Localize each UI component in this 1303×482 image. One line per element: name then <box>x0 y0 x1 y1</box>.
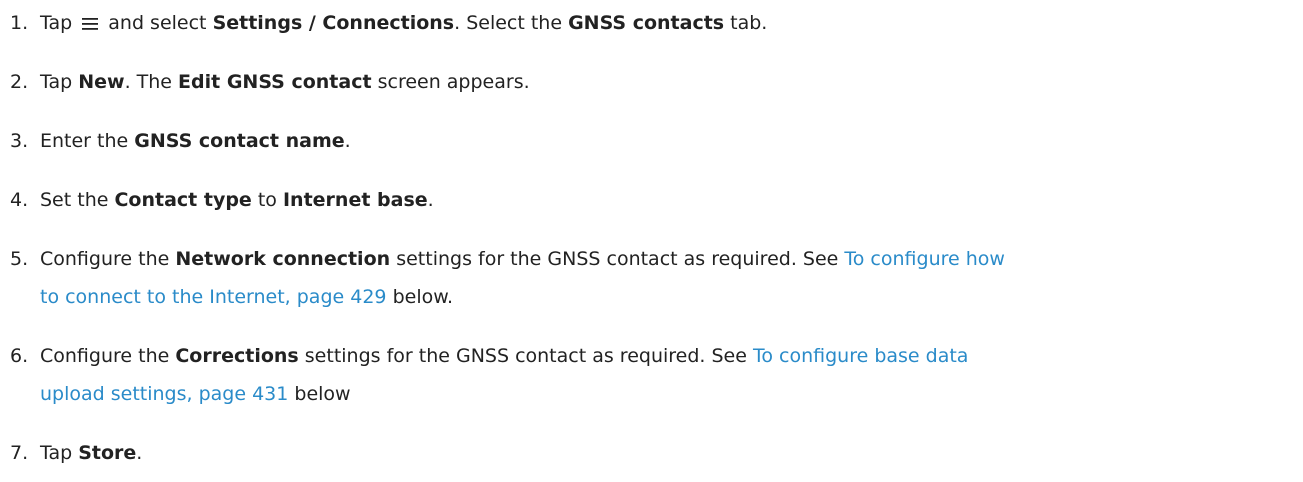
cross-reference-link[interactable]: to connect to the Internet, page 429 <box>40 286 387 308</box>
text-run: Configure the <box>40 248 170 270</box>
text-run: to <box>257 189 277 211</box>
step-text: Configure the Corrections settings for t… <box>40 337 968 375</box>
hamburger-menu-icon <box>82 18 99 30</box>
step-number: 2. <box>10 71 29 93</box>
bold-term: Network connection <box>175 248 391 270</box>
step-text: Tap and select Settings / Connections. S… <box>40 4 767 42</box>
text-run: Configure the <box>40 345 170 367</box>
step-number: 7. <box>10 442 29 464</box>
step-text: to connect to the Internet, page 429 bel… <box>40 278 453 316</box>
bold-term: Store <box>78 442 137 464</box>
bold-term: Internet base <box>282 189 428 211</box>
cross-reference-link[interactable]: To configure how <box>844 248 1005 270</box>
text-run: and select <box>108 12 207 34</box>
cross-reference-link[interactable]: upload settings, page 431 <box>40 383 288 405</box>
step-text: upload settings, page 431 below <box>40 375 351 413</box>
step-number: 5. <box>10 248 29 270</box>
text-run: tab. <box>730 12 768 34</box>
text-run: Tap <box>40 442 73 464</box>
text-run: screen appears. <box>377 71 530 93</box>
bold-term: Settings / Connections <box>212 12 455 34</box>
bold-term: Corrections <box>175 345 299 367</box>
step-number: 1. <box>10 12 29 34</box>
text-run: below. <box>392 286 454 308</box>
bold-term: New <box>78 71 125 93</box>
step-text: Configure the Network connection setting… <box>40 240 1005 278</box>
text-run: Tap <box>40 12 73 34</box>
text-run: below <box>294 383 351 405</box>
procedure-steps: 1. Tap and select Settings / Connections… <box>0 0 1303 482</box>
bold-term: GNSS contacts <box>568 12 725 34</box>
step-text: Enter the GNSS contact name. <box>40 122 351 160</box>
text-run: Set the <box>40 189 109 211</box>
step-number: 4. <box>10 189 29 211</box>
text-run: Enter the <box>40 130 129 152</box>
text-run: settings for the GNSS contact as require… <box>304 345 747 367</box>
text-run: Tap <box>40 71 73 93</box>
step-number: 3. <box>10 130 29 152</box>
bold-term: Contact type <box>114 189 252 211</box>
text-run: . <box>427 189 434 211</box>
step-text: Set the Contact type to Internet base. <box>40 181 434 219</box>
step-number: 6. <box>10 345 29 367</box>
text-run: . Select the <box>454 12 563 34</box>
text-run: settings for the GNSS contact as require… <box>396 248 839 270</box>
bold-term: Edit GNSS contact <box>178 71 372 93</box>
bold-term: GNSS contact name <box>134 130 345 152</box>
text-run: . The <box>124 71 172 93</box>
step-text: Tap Store. <box>40 434 142 472</box>
step-text: Tap New. The Edit GNSS contact screen ap… <box>40 63 530 101</box>
text-run: . <box>136 442 143 464</box>
cross-reference-link[interactable]: To configure base data <box>753 345 968 367</box>
text-run: . <box>344 130 351 152</box>
